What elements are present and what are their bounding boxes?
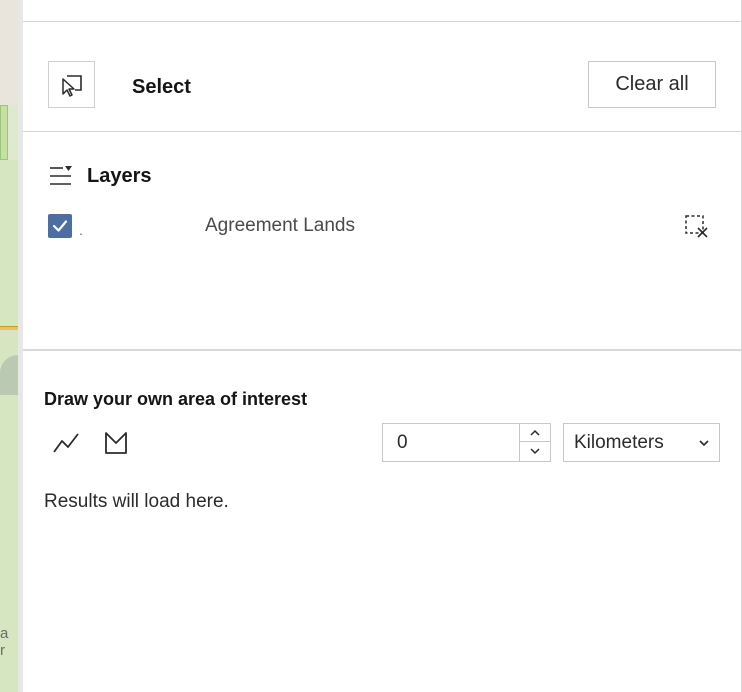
- increment-button[interactable]: [520, 424, 550, 442]
- layers-list-icon: [50, 166, 72, 185]
- layers-title: Layers: [87, 165, 152, 187]
- results-message: Results will load here.: [44, 491, 229, 512]
- decrement-button[interactable]: [520, 442, 550, 460]
- map-road: [0, 326, 18, 330]
- divider: [23, 131, 741, 132]
- map-area: [0, 0, 18, 105]
- select-tool-button[interactable]: [48, 61, 95, 108]
- draw-area-title: Draw your own area of interest: [44, 389, 308, 409]
- map-label: a r: [0, 625, 11, 659]
- layer-checkbox[interactable]: [48, 214, 72, 238]
- buffer-value: 0: [397, 432, 408, 453]
- chevron-down-icon: [699, 440, 709, 447]
- polyline-icon[interactable]: [52, 430, 80, 456]
- buffer-distance-input[interactable]: 0: [382, 423, 551, 462]
- clear-all-button[interactable]: Clear all: [588, 61, 716, 108]
- layer-prefix: .: [79, 222, 83, 238]
- clear-selection-icon[interactable]: [684, 214, 710, 240]
- unit-value: Kilometers: [574, 432, 664, 453]
- unit-select[interactable]: Kilometers: [563, 423, 720, 462]
- polygon-icon[interactable]: [103, 430, 129, 456]
- map-land: [0, 160, 18, 692]
- map-feature: [0, 105, 8, 160]
- chevron-down-icon: [530, 448, 540, 455]
- buffer-stepper: [519, 424, 550, 461]
- selection-panel: Select Clear all Layers . Agreement Land…: [18, 0, 742, 692]
- select-title: Select: [132, 76, 191, 98]
- layer-name: Agreement Lands: [205, 215, 355, 236]
- map-view[interactable]: a r: [0, 0, 18, 692]
- divider: [23, 349, 741, 351]
- divider: [23, 21, 741, 22]
- chevron-up-icon: [530, 429, 540, 436]
- select-pointer-icon: [61, 74, 82, 97]
- checkmark-icon: [52, 220, 68, 232]
